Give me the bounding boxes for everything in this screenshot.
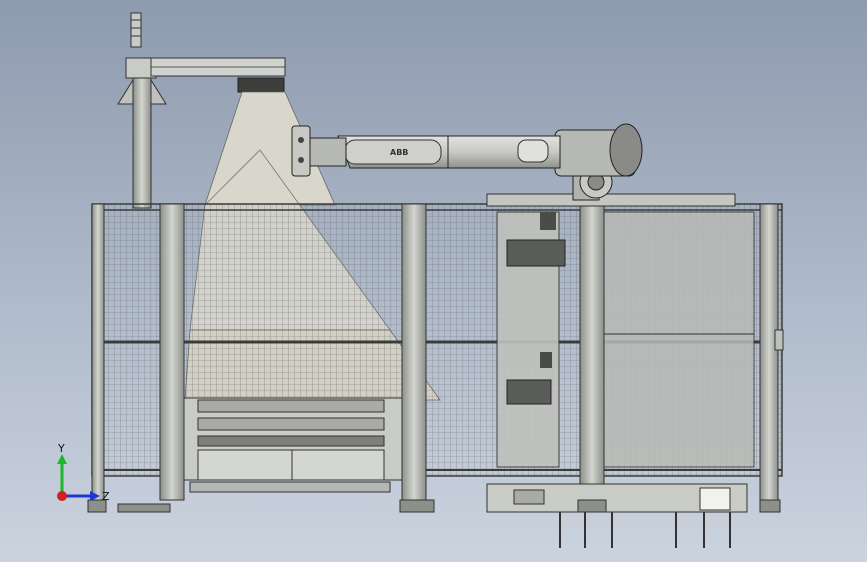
signal-tower xyxy=(117,12,167,209)
cad-viewport[interactable]: ABB Y Z xyxy=(0,0,867,562)
robot-arm: ABB xyxy=(291,123,643,201)
z-axis-head xyxy=(90,491,100,501)
x-axis-origin xyxy=(57,491,67,501)
coordinate-triad: Y Z xyxy=(57,442,110,503)
control-cabinets xyxy=(486,193,755,468)
press-table xyxy=(183,397,403,493)
robot-cell-model[interactable]: ABB xyxy=(0,0,867,562)
y-axis-head xyxy=(57,454,67,464)
y-axis-label: Y xyxy=(57,442,65,455)
z-axis-label: Z xyxy=(102,490,110,503)
robot-base-plate xyxy=(486,483,748,548)
robot-brand-label: ABB xyxy=(390,148,408,157)
camera-beam xyxy=(150,57,286,93)
